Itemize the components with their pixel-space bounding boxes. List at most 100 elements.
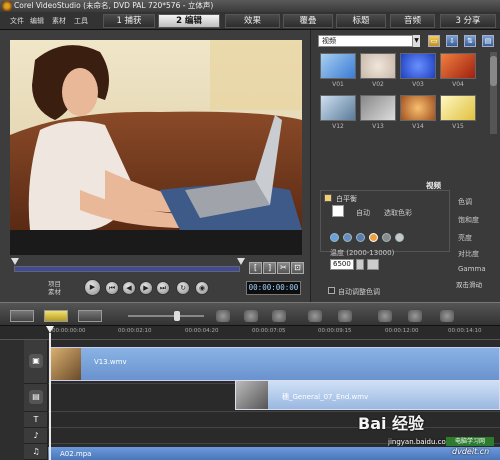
ruler-tick: 00:00:02:10 <box>118 328 152 334</box>
overlay-film-icon[interactable]: ▤ <box>29 390 43 404</box>
redo-icon[interactable] <box>272 310 286 322</box>
temperature-stepper[interactable] <box>356 259 364 270</box>
tab-edit[interactable]: 2 编辑 <box>158 14 220 28</box>
temperature-label: 温度 (2000-13000) <box>330 249 395 257</box>
overlay-clip-thumbnail <box>236 381 268 409</box>
auto-label[interactable]: 自动 <box>356 208 370 218</box>
play-icon[interactable]: ▶ <box>84 279 101 296</box>
playhead-handle[interactable] <box>46 326 54 333</box>
zoom-slider-thumb[interactable] <box>174 311 180 321</box>
library-thumb[interactable] <box>400 53 436 79</box>
library-scrollbar-thumb[interactable] <box>490 56 497 86</box>
contrast-label: 对比度 <box>458 250 479 258</box>
mark-out-button[interactable]: ] <box>263 262 276 274</box>
preset-icon[interactable] <box>343 233 352 242</box>
audio-clip[interactable] <box>48 447 500 460</box>
repeat-icon[interactable]: ↻ <box>176 281 190 295</box>
zoom-slider[interactable] <box>128 315 204 317</box>
fit-project-icon[interactable] <box>216 310 230 322</box>
smart-proxy-icon[interactable] <box>338 310 352 322</box>
menu-edit[interactable]: 编辑 <box>30 16 44 26</box>
preset-icon[interactable] <box>395 233 404 242</box>
library-thumb-label: V04 <box>452 81 464 88</box>
playhead-line <box>49 333 51 460</box>
white-balance-checkbox[interactable] <box>324 194 332 202</box>
timeline-view-button[interactable] <box>44 310 68 322</box>
menu-file[interactable]: 文件 <box>10 16 24 26</box>
library-thumb[interactable] <box>440 53 476 79</box>
auto-adjust-checkbox[interactable] <box>328 287 335 294</box>
storyboard-view-button[interactable] <box>10 310 34 322</box>
video-track-header: ▣ <box>0 340 48 384</box>
audio-clip-name: A02.mpa <box>60 450 92 458</box>
next-frame-icon[interactable]: ▶ <box>139 281 153 295</box>
library-thumb[interactable] <box>320 95 356 121</box>
batch-convert-icon[interactable] <box>378 310 392 322</box>
library-category-select[interactable]: 视频 <box>318 35 420 47</box>
sort-icon[interactable]: ⇅ <box>464 35 476 47</box>
library-manager-icon[interactable]: ▤ <box>482 35 494 47</box>
library-thumb[interactable] <box>320 53 356 79</box>
chevron-down-icon[interactable]: ▼ <box>412 35 420 47</box>
double-click-hint[interactable]: 双击滑动 <box>456 279 500 291</box>
end-icon[interactable]: ⏭ <box>156 281 170 295</box>
temperature-dropdown[interactable] <box>367 259 379 270</box>
preset-icon[interactable] <box>356 233 365 242</box>
library-thumb-label: V01 <box>332 81 344 88</box>
title-track[interactable] <box>48 412 500 428</box>
library-thumb-label: V15 <box>452 123 464 130</box>
scrub-bar[interactable] <box>14 266 240 272</box>
menu-clip[interactable]: 素材 <box>52 16 66 26</box>
enlarge-preview-button[interactable]: ⊡ <box>291 262 304 274</box>
temperature-input[interactable]: 6500 <box>330 259 354 270</box>
auto-adjust-label: 自动调整色调 <box>338 288 380 296</box>
trim-start-handle[interactable] <box>11 258 19 265</box>
prev-frame-icon[interactable]: ◀ <box>122 281 136 295</box>
menu-tools[interactable]: 工具 <box>74 16 88 26</box>
mark-in-button[interactable]: [ <box>249 262 262 274</box>
folder-icon[interactable]: ▭ <box>428 35 440 47</box>
overlay-track-header: ▤ <box>0 384 48 412</box>
preset-icon[interactable] <box>369 233 378 242</box>
tab-effect[interactable]: 效果 <box>225 14 280 28</box>
preset-icon[interactable] <box>330 233 339 242</box>
timecode-display[interactable]: 00:00:00:00 <box>246 281 301 295</box>
library-thumb-label: V03 <box>412 81 424 88</box>
start-icon[interactable]: ⏮ <box>105 281 119 295</box>
tab-overlay[interactable]: 覆叠 <box>283 14 333 28</box>
trim-end-handle[interactable] <box>237 258 245 265</box>
audio-view-button[interactable] <box>78 310 102 322</box>
track-manager-icon[interactable] <box>408 310 422 322</box>
volume-icon[interactable]: ◉ <box>195 281 209 295</box>
import-icon[interactable]: ⇩ <box>446 35 458 47</box>
title-track-header: T <box>0 412 48 428</box>
mode-toggle[interactable]: 项目 素材 <box>48 280 61 296</box>
video-preview[interactable] <box>10 40 302 255</box>
microphone-icon[interactable]: ♪ <box>29 429 43 443</box>
tab-title[interactable]: 标题 <box>336 14 386 28</box>
tab-capture[interactable]: 1 捕获 <box>103 14 155 28</box>
white-balance-swatch[interactable] <box>332 205 344 217</box>
mode-project[interactable]: 项目 <box>48 280 61 288</box>
mode-clip[interactable]: 素材 <box>48 288 61 296</box>
undo-icon[interactable] <box>244 310 258 322</box>
library-thumb[interactable] <box>360 53 396 79</box>
tab-audio[interactable]: 音频 <box>390 14 435 28</box>
library-thumb[interactable] <box>400 95 436 121</box>
video-clip-thumbnail <box>51 348 81 380</box>
split-clip-button[interactable]: ✂ <box>277 262 290 274</box>
text-icon[interactable]: T <box>29 413 43 427</box>
music-note-icon[interactable]: ♫ <box>29 445 43 459</box>
library-thumb-label: V14 <box>412 123 424 130</box>
app-icon <box>2 1 12 11</box>
tab-share[interactable]: 3 分享 <box>440 14 496 28</box>
library-thumb[interactable] <box>360 95 396 121</box>
preset-icon[interactable] <box>382 233 391 242</box>
film-icon[interactable]: ▣ <box>29 354 43 368</box>
pick-color-button[interactable]: 选取色彩 <box>384 208 412 218</box>
hue-label: 色调 <box>458 198 472 206</box>
baidu-watermark-logo: Bai 经验 <box>358 414 425 433</box>
record-capture-icon[interactable] <box>308 310 322 322</box>
chapter-icon[interactable] <box>440 310 454 322</box>
library-thumb[interactable] <box>440 95 476 121</box>
